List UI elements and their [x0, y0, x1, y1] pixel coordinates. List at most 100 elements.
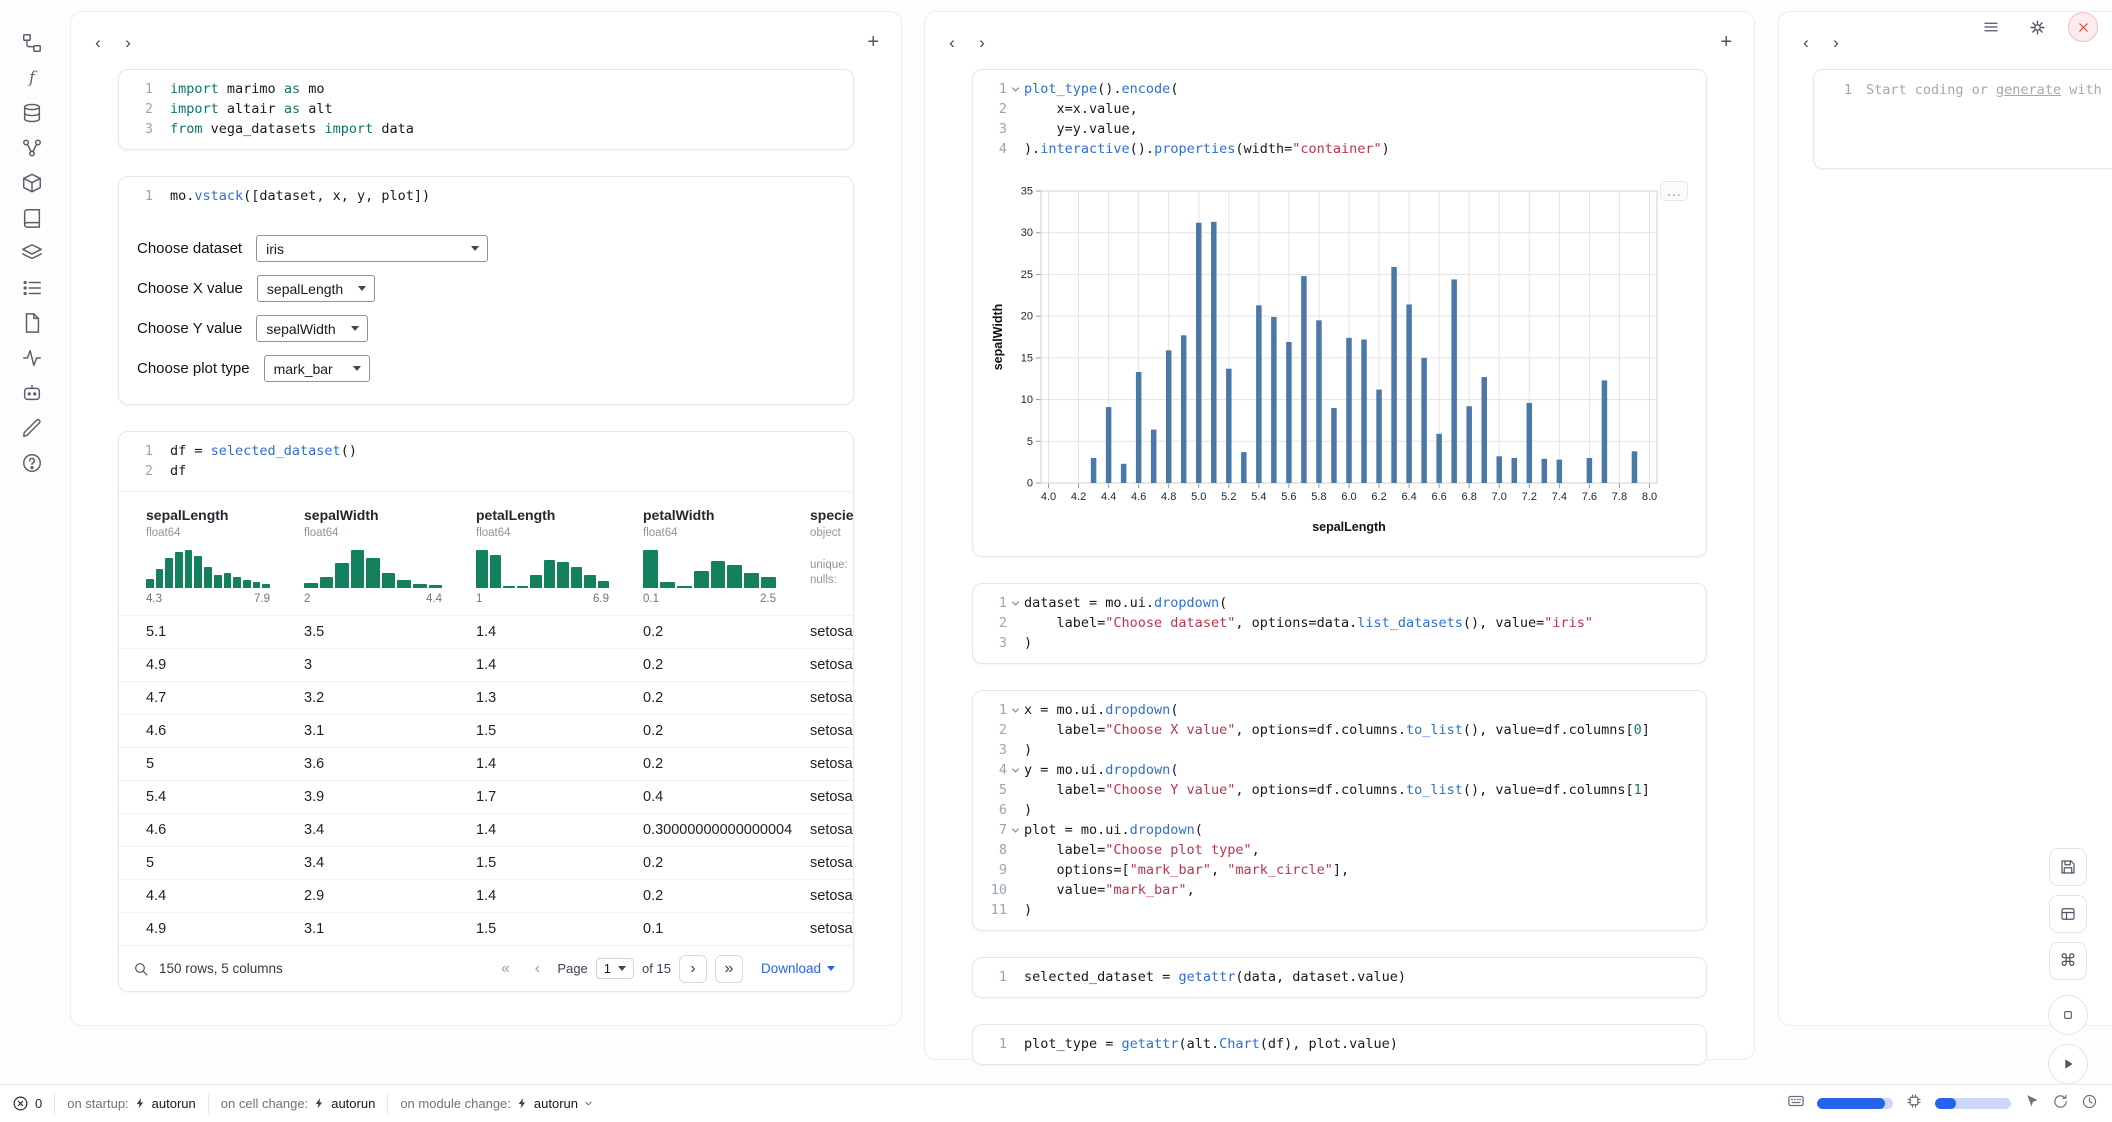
- keyboard-shortcuts-icon[interactable]: ⌘: [2049, 942, 2087, 980]
- plot-type-select[interactable]: mark_bar: [264, 355, 370, 382]
- add-cell-button[interactable]: +: [1720, 32, 1732, 52]
- chat-bot-icon[interactable]: [19, 380, 45, 406]
- chevron-down-icon: [353, 366, 361, 371]
- tracing-icon[interactable]: [19, 345, 45, 371]
- table-cell: 1.4: [476, 888, 643, 904]
- altair-bar-chart[interactable]: 4.04.24.44.64.85.05.25.45.65.86.06.26.46…: [989, 181, 1665, 537]
- code-editor[interactable]: 1df = selected_dataset()2df: [119, 432, 853, 491]
- code-editor[interactable]: 1mo.vstack([dataset, x, y, plot]): [119, 177, 853, 216]
- pointer-icon[interactable]: [2023, 1093, 2040, 1115]
- search-icon[interactable]: [133, 961, 149, 977]
- code-editor[interactable]: 1dataset = mo.ui.dropdown(2 label="Choos…: [973, 584, 1706, 663]
- table-cell: 1.3: [476, 690, 643, 706]
- column-next-button[interactable]: ›: [969, 29, 995, 55]
- dependency-graph-icon[interactable]: [19, 135, 45, 161]
- gutter-spacer: [1007, 800, 1024, 820]
- column-header-petalWidth[interactable]: petalWidthfloat640.12.5: [643, 506, 810, 605]
- layers-icon[interactable]: [19, 240, 45, 266]
- errors-indicator[interactable]: 0: [12, 1095, 42, 1112]
- table-cell: 5.1: [146, 624, 304, 640]
- table-row[interactable]: 4.63.41.40.30000000000000004setosa: [119, 813, 853, 846]
- code-editor[interactable]: 1x = mo.ui.dropdown(2 label="Choose X va…: [973, 691, 1706, 930]
- fold-icon[interactable]: [1007, 700, 1024, 720]
- fold-icon[interactable]: [1007, 760, 1024, 780]
- add-cell-button[interactable]: +: [867, 32, 879, 52]
- column-prev-button[interactable]: ‹: [1793, 29, 1819, 55]
- cell-vstack: 1mo.vstack([dataset, x, y, plot]) Choose…: [118, 176, 854, 405]
- keyboard-icon[interactable]: [1787, 1092, 1805, 1115]
- table-cell: setosa: [810, 756, 854, 772]
- x-value-select[interactable]: sepalLength: [257, 275, 375, 302]
- outline-icon[interactable]: [19, 275, 45, 301]
- first-page-button[interactable]: «: [493, 957, 517, 981]
- column-header-petalLength[interactable]: petalLengthfloat6416.9: [476, 506, 643, 605]
- table-row[interactable]: 4.42.91.40.2setosa: [119, 879, 853, 912]
- column-next-button[interactable]: ›: [115, 29, 141, 55]
- help-icon[interactable]: [19, 450, 45, 476]
- generate-link[interactable]: generate: [1996, 82, 2061, 98]
- next-page-button[interactable]: ›: [679, 955, 707, 983]
- line-number: 2: [981, 99, 1007, 119]
- svg-text:sepalLength: sepalLength: [1312, 520, 1386, 534]
- column-prev-button[interactable]: ‹: [939, 29, 965, 55]
- editor-placeholder[interactable]: Start coding or generate with: [1866, 80, 2102, 100]
- settings-gear-icon[interactable]: [2022, 12, 2052, 42]
- code-editor[interactable]: 1plot_type = getattr(alt.Chart(df), plot…: [973, 1025, 1706, 1064]
- last-page-button[interactable]: »: [715, 955, 743, 983]
- fold-icon[interactable]: [1007, 593, 1024, 613]
- column-header-sepalWidth[interactable]: sepalWidthfloat6424.4: [304, 506, 476, 605]
- table-row[interactable]: 4.93.11.50.1setosa: [119, 912, 853, 945]
- column-prev-button[interactable]: ‹: [85, 29, 111, 55]
- close-icon[interactable]: [2068, 12, 2098, 42]
- save-icon[interactable]: [2049, 848, 2087, 886]
- file-tree-icon[interactable]: [19, 30, 45, 56]
- run-all-button[interactable]: [2048, 1044, 2088, 1084]
- dataset-select[interactable]: iris: [256, 235, 488, 262]
- column-header-sepalLength[interactable]: sepalLengthfloat644.37.9: [146, 506, 304, 605]
- table-row[interactable]: 53.61.40.2setosa: [119, 747, 853, 780]
- on-startup-setting[interactable]: on startup: autorun: [67, 1096, 196, 1111]
- function-icon[interactable]: f: [19, 65, 45, 91]
- fold-icon[interactable]: [1007, 820, 1024, 840]
- code-editor[interactable]: 1selected_dataset = getattr(data, datase…: [973, 958, 1706, 997]
- chart-menu-button[interactable]: …: [1660, 181, 1688, 201]
- memory-chip-icon[interactable]: [1905, 1092, 1923, 1115]
- refresh-icon[interactable]: [2052, 1093, 2069, 1115]
- documentation-icon[interactable]: [19, 205, 45, 231]
- table-row[interactable]: 5.43.91.70.4setosa: [119, 780, 853, 813]
- history-clock-icon[interactable]: [2081, 1093, 2098, 1115]
- chart-bar: [1451, 279, 1457, 483]
- menu-icon[interactable]: [1976, 12, 2006, 42]
- scratchpad-pen-icon[interactable]: [19, 415, 45, 441]
- package-icon[interactable]: [19, 170, 45, 196]
- fold-icon[interactable]: [1007, 79, 1024, 99]
- table-row[interactable]: 4.931.40.2setosa: [119, 648, 853, 681]
- gutter-spacer: [1007, 860, 1024, 880]
- column-header-species[interactable]: speciesobjectunique:nulls:: [810, 506, 854, 605]
- table-row[interactable]: 53.41.50.2setosa: [119, 846, 853, 879]
- svg-text:5.8: 5.8: [1311, 491, 1326, 503]
- database-icon[interactable]: [19, 100, 45, 126]
- vstack-output: Choose datasetirisChoose X valuesepalLen…: [119, 216, 853, 404]
- lightning-icon: [516, 1097, 529, 1110]
- prev-page-button[interactable]: ‹: [525, 957, 549, 981]
- code-editor[interactable]: 1import marimo as mo2import altair as al…: [119, 70, 853, 149]
- column-next-button[interactable]: ›: [1823, 29, 1849, 55]
- table-row[interactable]: 4.63.11.50.2setosa: [119, 714, 853, 747]
- download-button[interactable]: Download: [761, 961, 835, 976]
- table-cell: 1.4: [476, 657, 643, 673]
- layout-panel-icon[interactable]: [2049, 895, 2087, 933]
- snippets-icon[interactable]: [19, 310, 45, 336]
- y-value-select[interactable]: sepalWidth: [256, 315, 368, 342]
- table-row[interactable]: 4.73.21.30.2setosa: [119, 681, 853, 714]
- empty-code-cell[interactable]: 1 Start coding or generate with: [1813, 69, 2112, 169]
- table-cell: 3.1: [304, 723, 476, 739]
- on-module-change-setting[interactable]: on module change: autorun: [400, 1096, 594, 1111]
- interrupt-button[interactable]: [2048, 995, 2088, 1035]
- chart-output[interactable]: … 4.04.24.44.64.85.05.25.45.65.86.06.26.…: [973, 169, 1706, 556]
- table-row[interactable]: 5.13.51.40.2setosa: [119, 615, 853, 648]
- page-select[interactable]: 1: [596, 958, 634, 979]
- table-cell: 4.7: [146, 690, 304, 706]
- code-editor[interactable]: 1plot_type().encode(2 x=x.value,3 y=y.va…: [973, 70, 1706, 169]
- on-cell-change-setting[interactable]: on cell change: autorun: [221, 1096, 376, 1111]
